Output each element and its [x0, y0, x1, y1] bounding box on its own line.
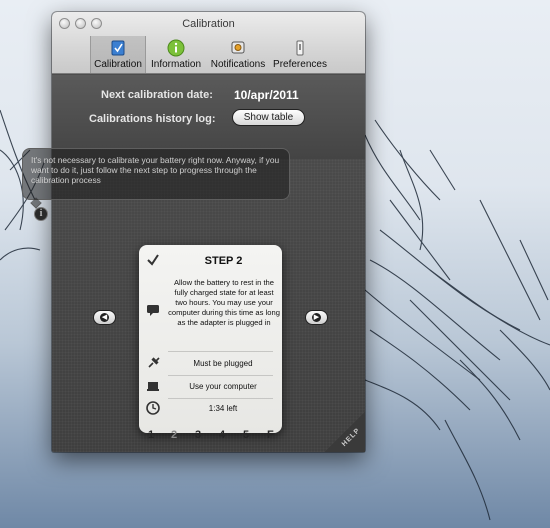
show-table-button[interactable]: Show table: [232, 109, 305, 126]
step-indicator-5[interactable]: 5: [243, 429, 249, 441]
tab-information[interactable]: Information: [148, 36, 204, 73]
help-label: HELP: [341, 427, 363, 448]
previous-step-button[interactable]: ◀: [93, 310, 116, 325]
left-arrow-icon: ◀: [100, 313, 109, 322]
step-title: STEP 2: [204, 255, 243, 267]
checkmark-icon: [147, 254, 159, 266]
step-card: STEP 2 Allow the battery to rest in the …: [139, 245, 282, 433]
step-indicator-2[interactable]: 2: [171, 429, 177, 441]
next-calibration-label: Next calibration date:: [101, 89, 213, 101]
time-left: 1:34 left: [208, 404, 238, 413]
speech-bubble-icon: [147, 305, 159, 316]
plug-icon: [148, 357, 160, 368]
tab-notifications-label: Notifications: [210, 59, 266, 70]
preferences-icon: [296, 40, 304, 56]
step-indicator-3[interactable]: 3: [195, 429, 201, 441]
step-indicator-final[interactable]: F: [267, 429, 274, 441]
tab-preferences[interactable]: Preferences: [272, 36, 328, 73]
clock-icon: [146, 401, 160, 415]
message-bubble: It's not necessary to calibrate your bat…: [22, 148, 290, 200]
tab-notifications[interactable]: Notifications: [207, 36, 269, 73]
separator: [168, 351, 273, 352]
tab-calibration[interactable]: Calibration: [90, 36, 146, 73]
titlebar: Calibration Calibration Information Noti…: [52, 12, 365, 74]
info-icon: [167, 39, 185, 57]
history-log-label: Calibrations history log:: [89, 113, 216, 125]
tab-preferences-label: Preferences: [273, 59, 327, 70]
requirement-computer: Use your computer: [189, 382, 257, 391]
requirement-plugged: Must be plugged: [193, 359, 253, 368]
computer-icon: [147, 382, 159, 391]
calibration-icon: [111, 40, 125, 56]
help-corner[interactable]: HELP: [325, 412, 365, 452]
step-indicator-1[interactable]: 1: [148, 429, 154, 441]
separator: [168, 375, 273, 376]
right-arrow-icon: ▶: [312, 313, 321, 322]
next-calibration-value: 10/apr/2011: [234, 88, 299, 102]
tab-information-label: Information: [150, 59, 202, 70]
step-description: Allow the battery to rest in the fully c…: [168, 278, 280, 327]
next-step-button[interactable]: ▶: [305, 310, 328, 325]
tab-calibration-label: Calibration: [94, 59, 142, 70]
step-indicator-4[interactable]: 4: [219, 429, 225, 441]
window-title: Calibration: [182, 18, 235, 30]
message-info-icon[interactable]: i: [34, 207, 48, 221]
separator: [168, 398, 273, 399]
notifications-icon: [231, 41, 245, 54]
